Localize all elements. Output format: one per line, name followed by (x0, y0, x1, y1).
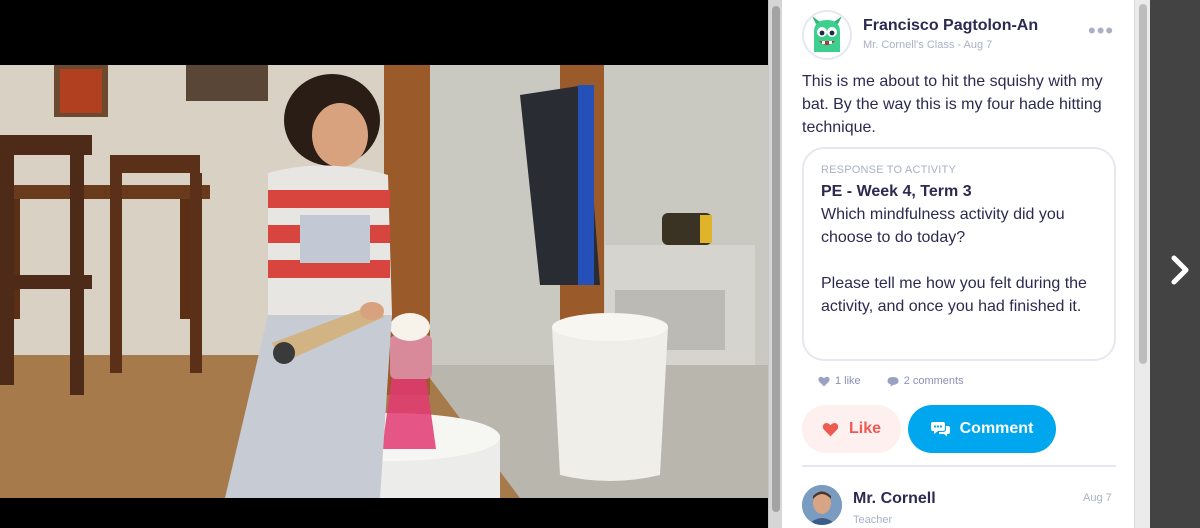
post-body-text: This is me about to hit the squishy with… (802, 73, 1103, 136)
comments-count-label: 2 comments (903, 375, 964, 387)
commenter-name[interactable]: Mr. Cornell (853, 490, 936, 508)
student-monster-avatar[interactable] (802, 10, 852, 60)
media-viewer (0, 0, 768, 528)
comments-count[interactable]: 2 comments (887, 375, 964, 387)
post-panel: Francisco Pagtolon-An Mr. Cornell's Clas… (782, 0, 1134, 528)
post-meta: Mr. Cornell's Class - Aug 7 (863, 39, 993, 51)
next-post-button[interactable] (1163, 250, 1197, 290)
post-stats: 1 like 2 comments (818, 375, 964, 387)
teacher-photo-icon (802, 485, 842, 525)
panel-scrollbar-thumb[interactable] (1139, 4, 1147, 364)
comments-divider (802, 465, 1116, 467)
activity-question: Which mindfulness activity did you choos… (821, 206, 1087, 315)
commenter-role: Teacher (853, 514, 893, 526)
post-photo[interactable] (0, 65, 768, 498)
post-author-name[interactable]: Francisco Pagtolon-An (863, 17, 1038, 35)
activity-label: RESPONSE TO ACTIVITY (821, 164, 957, 176)
comment-button[interactable]: Comment (908, 405, 1056, 453)
heart-icon (818, 376, 830, 386)
likes-count[interactable]: 1 like (818, 375, 861, 387)
viewer-scrollbar-thumb[interactable] (772, 6, 780, 512)
viewer-scrollbar[interactable] (768, 0, 782, 528)
chevron-right-icon (1171, 255, 1189, 285)
comment-date: Aug 7 (1083, 492, 1112, 504)
teacher-avatar[interactable] (802, 485, 842, 525)
like-button-label: Like (848, 420, 881, 437)
heart-icon (822, 422, 839, 436)
activity-title: PE - Week 4, Term 3 (821, 183, 972, 200)
more-options-icon[interactable]: ••• (1088, 20, 1120, 42)
comment-bubble-icon (887, 376, 899, 387)
activity-card[interactable]: RESPONSE TO ACTIVITY PE - Week 4, Term 3… (802, 147, 1116, 361)
likes-count-label: 1 like (835, 375, 861, 387)
photo-of-child-hitting-cup-with-bat (0, 65, 768, 498)
comment-button-label: Comment (959, 420, 1034, 437)
like-button[interactable]: Like (802, 405, 901, 453)
comment-bubbles-icon (930, 422, 950, 437)
monster-icon (804, 12, 850, 58)
panel-scrollbar[interactable] (1134, 0, 1150, 528)
